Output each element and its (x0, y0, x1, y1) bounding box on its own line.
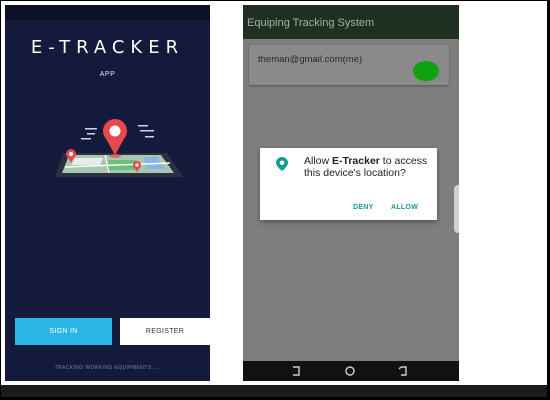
app-bar: Equiping Tracking System (243, 5, 459, 39)
location-pin-icon (276, 157, 288, 171)
allow-button[interactable]: ALLOW (391, 204, 418, 211)
sign-in-button[interactable]: SIGN IN (15, 318, 112, 345)
screenshot-bottom-bar (0, 385, 550, 400)
dialog-app-name: E-Tracker (332, 155, 380, 167)
back-icon[interactable] (290, 365, 302, 377)
tracking-screen: Equiping Tracking System theman@gmail.co… (243, 5, 459, 381)
deny-button[interactable]: DENY (353, 204, 374, 211)
launch-screen: E-TRACKER APP SIGN IN REGISTER TRACKING … (5, 5, 210, 381)
dialog-message: Allow E-Tracker to access this device's … (304, 155, 428, 179)
edge-handle[interactable] (454, 185, 459, 233)
app-subtitle: APP (99, 71, 116, 78)
status-bar (5, 5, 210, 20)
recent-apps-icon[interactable] (397, 365, 409, 377)
location-pin (103, 119, 127, 155)
online-status-indicator (413, 61, 439, 81)
app-bar-title: Equiping Tracking System (247, 17, 375, 29)
account-email: theman@gmail.com(me) (258, 54, 363, 65)
map-illustration (55, 119, 183, 177)
register-button[interactable]: REGISTER (120, 318, 210, 345)
app-title: E-TRACKER (30, 37, 185, 58)
account-list-item[interactable]: theman@gmail.com(me) (249, 45, 449, 85)
location-permission-dialog: Allow E-Tracker to access this device's … (260, 148, 437, 220)
tagline: TRACKING WORKING EQUIPMENTS .... (54, 365, 161, 371)
navigation-bar (243, 361, 459, 381)
home-icon[interactable] (344, 365, 356, 377)
